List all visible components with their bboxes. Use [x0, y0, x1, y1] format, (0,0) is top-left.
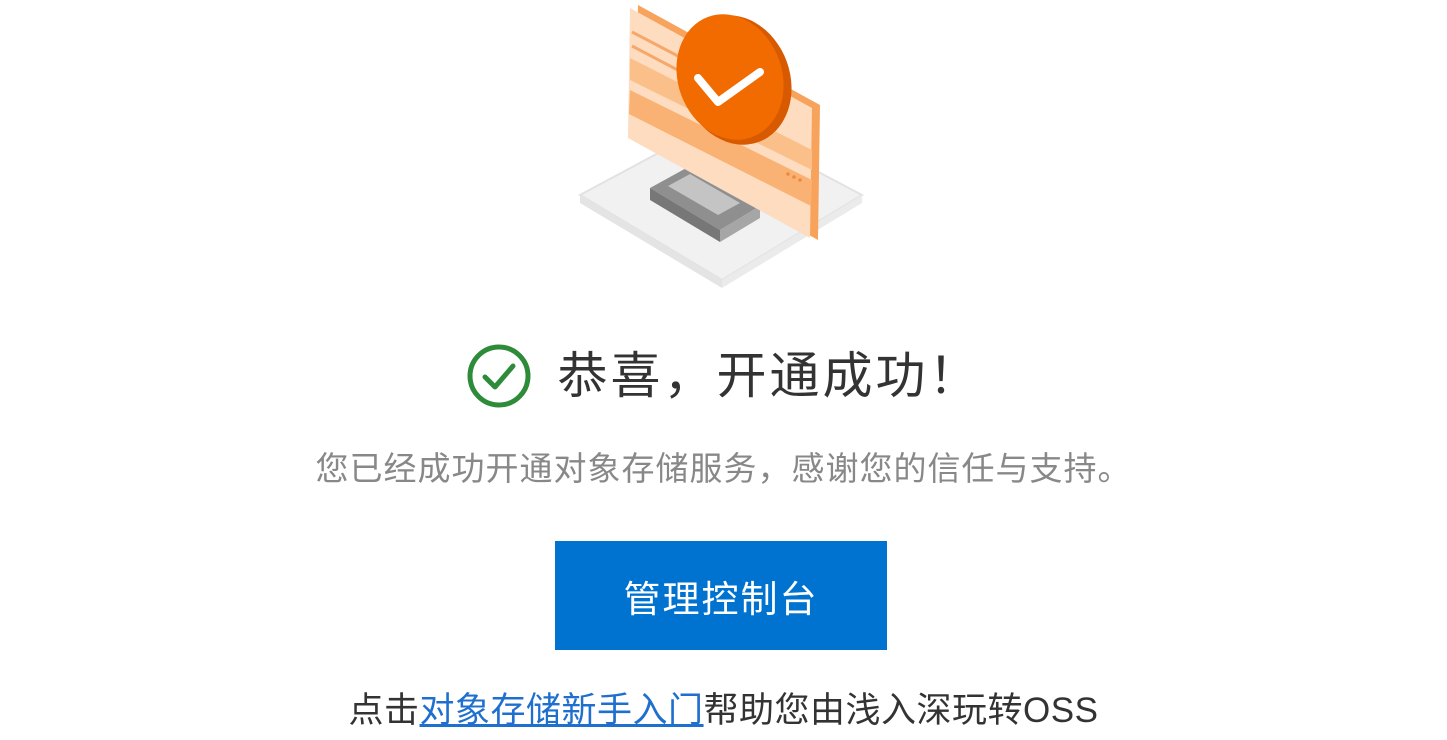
help-prefix: 点击	[348, 691, 420, 730]
success-page: 恭喜，开通成功！ 您已经成功开通对象存储服务，感谢您的信任与支持。 管理控制台 …	[0, 0, 1447, 740]
success-header: 恭喜，开通成功！	[0, 336, 1447, 416]
page-title: 恭喜，开通成功！	[557, 348, 982, 404]
beginner-guide-link[interactable]: 对象存储新手入门	[420, 691, 704, 730]
computer-checkmark-illustration	[577, 5, 865, 288]
success-message: 您已经成功开通对象存储服务，感谢您的信任与支持。	[315, 450, 1132, 487]
check-circle-icon	[467, 344, 530, 408]
console-button[interactable]: 管理控制台	[555, 541, 887, 650]
help-text: 点击对象存储新手入门帮助您由浅入深玩转OSS	[0, 682, 1447, 733]
help-suffix: 帮助您由浅入深玩转OSS	[703, 691, 1099, 730]
